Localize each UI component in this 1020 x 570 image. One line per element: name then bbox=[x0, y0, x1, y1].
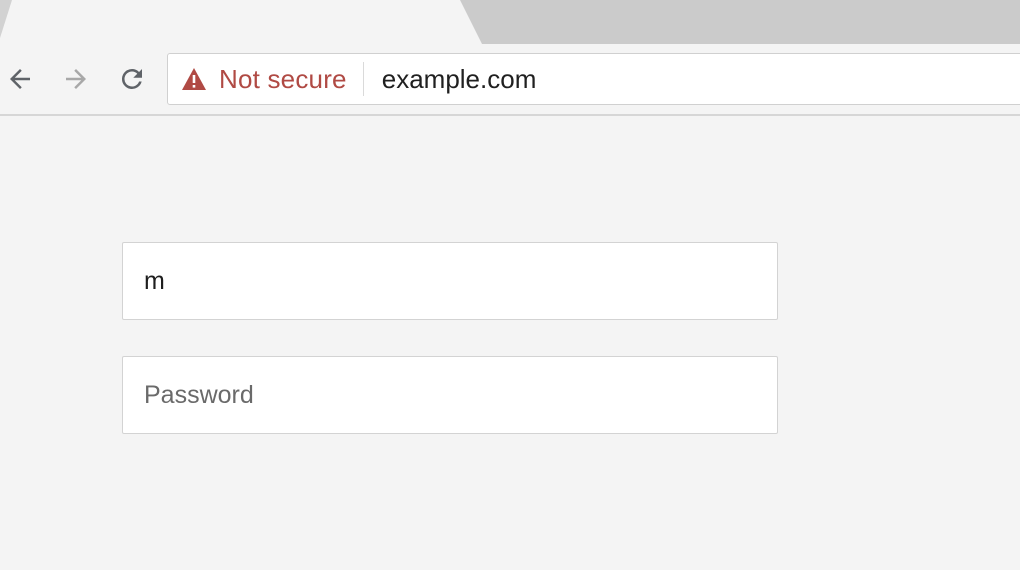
active-tab[interactable] bbox=[0, 0, 12, 38]
password-input[interactable] bbox=[122, 356, 778, 434]
address-bar[interactable]: Not secure example.com bbox=[167, 53, 1020, 105]
back-button[interactable] bbox=[3, 62, 37, 96]
browser-toolbar: Not secure example.com bbox=[0, 46, 1020, 116]
warning-triangle-icon bbox=[182, 68, 206, 90]
reload-icon bbox=[121, 69, 142, 89]
username-input[interactable] bbox=[122, 242, 778, 320]
browser-window: Not secure example.com bbox=[0, 0, 1020, 570]
page-content bbox=[0, 118, 1020, 570]
omnibox-divider bbox=[362, 62, 364, 96]
forward-button[interactable] bbox=[59, 62, 93, 96]
security-indicator[interactable]: Not secure bbox=[168, 54, 363, 104]
arrow-right-icon bbox=[66, 69, 86, 89]
security-label: Not secure bbox=[219, 63, 347, 94]
inactive-tab[interactable] bbox=[460, 0, 1020, 44]
url-text[interactable]: example.com bbox=[382, 64, 537, 95]
arrow-left-icon bbox=[10, 69, 30, 89]
reload-button[interactable] bbox=[115, 62, 149, 96]
tab-strip bbox=[0, 0, 1020, 46]
